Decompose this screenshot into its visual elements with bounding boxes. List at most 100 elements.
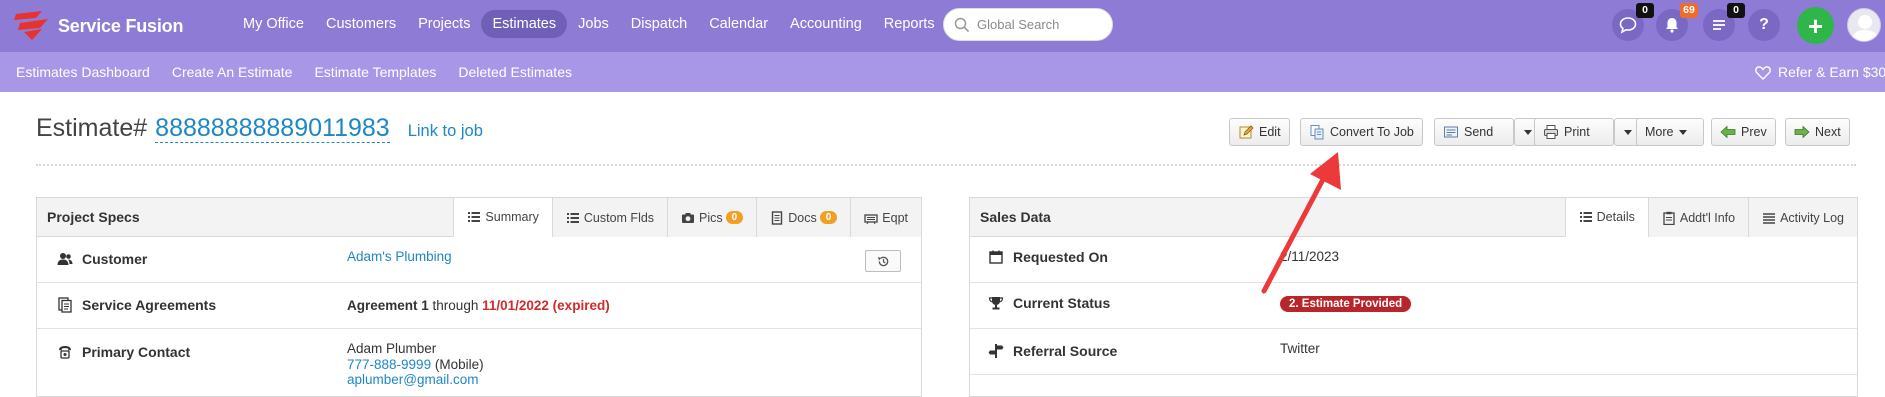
prev-label: Prev — [1741, 125, 1767, 139]
chat-button[interactable]: 0 — [1612, 3, 1654, 41]
nav-jobs[interactable]: Jobs — [567, 10, 620, 38]
edit-label: Edit — [1259, 125, 1281, 139]
send-envelope-icon — [1444, 126, 1458, 138]
users-icon — [57, 253, 73, 265]
docs-count-badge: 0 — [819, 211, 838, 224]
search-input[interactable] — [977, 17, 1097, 32]
tab-equipment-label: Eqpt — [882, 210, 908, 225]
current-status-label-text: Current Status — [1013, 295, 1111, 311]
tab-additional-info-label: Addt'l Info — [1679, 210, 1736, 225]
nav-estimates[interactable]: Estimates — [481, 10, 568, 38]
current-status-row: Current Status 2. Estimate Provided — [970, 283, 1857, 329]
edit-button[interactable]: Edit — [1229, 118, 1290, 146]
pics-count-badge: 0 — [725, 211, 744, 224]
contact-phone-type: (Mobile) — [434, 356, 484, 372]
nav-customers[interactable]: Customers — [315, 10, 407, 38]
tab-details[interactable]: Details — [1564, 198, 1648, 237]
print-caret-icon — [1624, 129, 1632, 135]
estimate-number[interactable]: 88888888889011983 — [155, 115, 390, 143]
history-icon — [877, 256, 888, 266]
print-button[interactable]: Print — [1534, 118, 1614, 146]
help-icon: ? — [1759, 16, 1769, 33]
contact-email[interactable]: aplumber@gmail.com — [347, 372, 484, 388]
history-button[interactable] — [865, 250, 901, 272]
user-avatar[interactable] — [1847, 8, 1881, 42]
list-icon — [1579, 212, 1592, 222]
sales-data-tabs: Details Addt'l Info Activity Log — [1564, 198, 1857, 237]
next-button[interactable]: Next — [1785, 118, 1850, 146]
nav-projects[interactable]: Projects — [407, 10, 481, 38]
arrow-left-icon — [1720, 125, 1736, 139]
arrow-right-icon — [1794, 125, 1810, 139]
quick-add-button[interactable]: + — [1797, 7, 1834, 44]
list-icon — [468, 212, 481, 222]
notification-count-badge: 69 — [1680, 3, 1698, 18]
contact-phone[interactable]: 777-888-9999 — [347, 357, 431, 372]
tab-additional-info[interactable]: Addt'l Info — [1647, 198, 1749, 237]
subnav-estimates-dashboard[interactable]: Estimates Dashboard — [16, 64, 150, 80]
global-search[interactable] — [943, 8, 1113, 41]
customer-link[interactable]: Adam's Plumbing — [347, 249, 452, 264]
camera-icon — [682, 212, 695, 223]
subnav-estimate-templates[interactable]: Estimate Templates — [314, 64, 436, 80]
calendar-icon — [989, 250, 1003, 264]
sales-data-panel: Sales Data Details Addt'l Info Activity … — [969, 197, 1858, 397]
requested-on-row: Requested On 2/11/2023 — [970, 237, 1857, 283]
subnav-create-estimate[interactable]: Create An Estimate — [172, 64, 293, 80]
tab-docs[interactable]: Docs 0 — [756, 198, 851, 237]
clipboard-icon — [1663, 211, 1675, 225]
nav-dispatch[interactable]: Dispatch — [620, 10, 698, 38]
prev-button[interactable]: Prev — [1711, 118, 1776, 146]
tab-details-label: Details — [1596, 210, 1635, 224]
requested-on-value: 2/11/2023 — [1280, 249, 1340, 264]
sales-data-header: Sales Data Details Addt'l Info Activity … — [970, 198, 1857, 237]
tab-custom-fields[interactable]: Custom Flds — [551, 198, 668, 237]
print-label: Print — [1564, 125, 1590, 139]
help-button[interactable]: ? — [1748, 9, 1780, 41]
estimate-title: Estimate# 88888888889011983 Link to job — [36, 114, 483, 143]
current-status-value: 2. Estimate Provided — [1280, 295, 1412, 312]
estimate-title-prefix: Estimate# — [36, 114, 148, 142]
nav-my-office[interactable]: My Office — [232, 10, 315, 38]
tab-pics[interactable]: Pics 0 — [667, 198, 757, 237]
more-button[interactable]: More — [1636, 118, 1704, 146]
agreement-document-icon — [58, 297, 72, 313]
bell-icon — [1666, 18, 1678, 33]
tab-activity-log-label: Activity Log — [1780, 210, 1844, 225]
requested-on-label-text: Requested On — [1013, 249, 1108, 265]
nav-accounting[interactable]: Accounting — [779, 10, 873, 38]
link-to-job-link[interactable]: Link to job — [408, 122, 483, 141]
tab-equipment[interactable]: Eqpt — [850, 198, 921, 237]
send-button[interactable]: Send — [1434, 118, 1514, 146]
title-divider — [36, 164, 1856, 166]
search-icon — [954, 17, 970, 32]
tab-summary-label: Summary — [485, 210, 539, 224]
subnav-deleted-estimates[interactable]: Deleted Estimates — [458, 64, 572, 80]
document-icon — [772, 210, 783, 225]
more-label: More — [1645, 125, 1674, 139]
nav-calendar[interactable]: Calendar — [698, 10, 779, 38]
tasks-button[interactable]: 0 — [1703, 3, 1745, 41]
chat-bubble-icon — [1619, 17, 1637, 34]
brand-logo[interactable]: Service Fusion — [12, 9, 183, 43]
list-icon — [566, 212, 579, 223]
customer-value[interactable]: Adam's Plumbing — [347, 249, 452, 264]
tab-pics-label: Pics — [699, 210, 723, 225]
convert-to-job-button[interactable]: Convert To Job — [1300, 118, 1423, 146]
heart-icon — [1755, 65, 1771, 80]
estimates-subnav: Estimates Dashboard Create An Estimate E… — [16, 52, 594, 92]
agreement-through: through — [432, 298, 479, 313]
nav-reports[interactable]: Reports — [873, 10, 946, 38]
tab-activity-log[interactable]: Activity Log — [1748, 198, 1857, 237]
main-nav: My Office Customers Projects Estimates J… — [232, 10, 946, 38]
status-badge: 2. Estimate Provided — [1280, 296, 1412, 312]
tasks-count-badge: 0 — [1727, 3, 1745, 18]
primary-contact-row: Primary Contact Adam Plumber 777-888-999… — [37, 329, 921, 387]
convert-to-job-label: Convert To Job — [1330, 125, 1414, 139]
tab-summary[interactable]: Summary — [453, 198, 552, 237]
project-specs-tabs: Summary Custom Flds Pics 0 Docs 0 Eqpt — [453, 198, 921, 237]
refer-earn-link[interactable]: Refer & Earn $300 — [1755, 52, 1885, 92]
notifications-button[interactable]: 69 — [1656, 3, 1698, 41]
project-specs-panel: Project Specs Summary Custom Flds Pics 0… — [36, 197, 922, 397]
customer-label: Customer — [57, 251, 147, 267]
